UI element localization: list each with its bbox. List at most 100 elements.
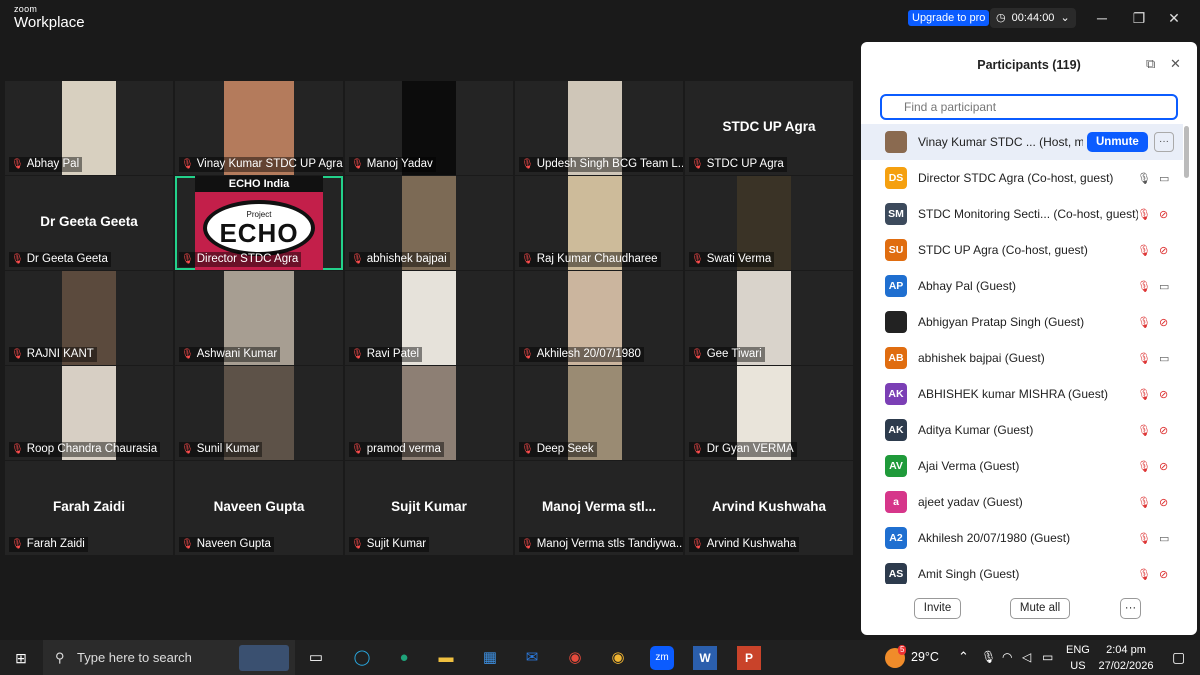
participant-row[interactable]: Vinay Kumar STDC ... (Host, me) Unmute ··· [861,124,1183,160]
video-tile[interactable]: 🎙︎ Abhay Pal [5,81,173,175]
edge-icon[interactable]: ● [392,646,416,670]
video-tile[interactable]: Arvind Kushwaha 🎙︎ Arvind Kushwaha [685,461,853,555]
maximize-button[interactable]: ❐ [1127,8,1151,28]
camera-off-icon[interactable]: ⊘ [1159,316,1168,329]
video-tile[interactable]: 🎙︎ Ashwani Kumar [175,271,343,365]
chrome-profile-icon[interactable]: ◉ [606,646,630,670]
participant-row[interactable]: SM STDC Monitoring Secti... (Co-host, gue… [861,196,1183,232]
participant-row[interactable]: AP Abhay Pal (Guest) 🎙︎ ▭ [861,268,1183,304]
speaker-icon[interactable]: ◁ [1022,650,1031,664]
video-tile[interactable]: ECHO India Project ECHO 🎙︎ Director STDC Agr… [175,176,343,270]
popout-icon[interactable]: ⧉ [1146,56,1155,72]
mic-off-icon[interactable]: 🎙︎ [1137,208,1151,221]
meeting-timer[interactable]: ◷ 00:44:00 ⌄ [990,8,1076,28]
invite-button[interactable]: Invite [914,598,961,619]
word-icon[interactable]: W [693,646,717,670]
participant-row[interactable]: Abhigyan Pratap Singh (Guest) 🎙︎ ⊘ [861,304,1183,340]
participant-name: Ajai Verma (Guest) [918,459,1020,473]
taskbar-search[interactable]: ⚲ Type here to search [43,640,295,675]
camera-icon[interactable]: ▭ [1159,172,1169,185]
file-explorer-icon[interactable]: ▬ [434,646,458,670]
video-tile[interactable]: 🎙︎ Sunil Kumar [175,366,343,460]
participant-row[interactable]: AK Aditya Kumar (Guest) 🎙︎ ⊘ [861,412,1183,448]
participant-row[interactable]: AK ABHISHEK kumar MISHRA (Guest) 🎙︎ ⊘ [861,376,1183,412]
microphone-icon[interactable]: 🎙︎ [981,650,996,664]
video-tile[interactable]: 🎙︎ Raj Kumar Chaudharee [515,176,683,270]
video-tile[interactable]: 🎙︎ Deep Seek [515,366,683,460]
minimize-button[interactable]: ─ [1090,8,1114,28]
notifications-icon[interactable]: ▢ [1172,649,1185,666]
unmute-button[interactable]: Unmute [1087,132,1148,152]
chrome-icon[interactable]: ◉ [563,646,587,670]
temperature[interactable]: 29°C [911,650,939,665]
mic-icon[interactable]: 🎙︎ [1137,172,1151,185]
task-view-icon[interactable]: ▭ [306,646,326,670]
powerpoint-icon[interactable]: P [737,646,761,670]
mic-off-icon[interactable]: 🎙︎ [1137,244,1151,257]
video-tile[interactable]: 🎙︎ RAJNI KANT [5,271,173,365]
wifi-icon[interactable]: ◠ [1002,650,1012,664]
mic-off-icon[interactable]: 🎙︎ [1137,568,1151,581]
video-tile[interactable]: 🎙︎ abhishek bajpai [345,176,513,270]
mic-off-icon[interactable]: 🎙︎ [1137,532,1151,545]
store-icon[interactable]: ▦ [478,646,502,670]
mic-off-icon[interactable]: 🎙︎ [1137,352,1151,365]
close-window-button[interactable]: ✕ [1162,8,1186,28]
participant-row[interactable]: AS Amit Singh (Guest) 🎙︎ ⊘ [861,556,1183,584]
outlook-icon[interactable]: ✉ [520,646,544,670]
video-tile[interactable]: Naveen Gupta 🎙︎ Naveen Gupta [175,461,343,555]
camera-icon[interactable]: ▭ [1159,280,1169,293]
participant-row[interactable]: DS Director STDC Agra (Co-host, guest) 🎙︎ ▭ [861,160,1183,196]
upgrade-button[interactable]: Upgrade to pro [908,10,990,26]
video-tile[interactable]: STDC UP Agra 🎙︎ STDC UP Agra [685,81,853,175]
cortana-icon[interactable]: ◯ [350,646,374,670]
video-tile[interactable]: Dr Geeta Geeta 🎙︎ Dr Geeta Geeta [5,176,173,270]
camera-off-icon[interactable]: ⊘ [1159,388,1168,401]
participant-row[interactable]: A2 Akhilesh 20/07/1980 (Guest) 🎙︎ ▭ [861,520,1183,556]
video-tile[interactable]: Manoj Verma stl... 🎙︎ Manoj Verma stls Tan… [515,461,683,555]
camera-off-icon[interactable]: ⊘ [1159,424,1168,437]
video-tile[interactable]: 🎙︎ Updesh Singh BCG Team L... [515,81,683,175]
participant-row[interactable]: a ajeet yadav (Guest) 🎙︎ ⊘ [861,484,1183,520]
video-tile[interactable]: 🎙︎ Akhilesh 20/07/1980 [515,271,683,365]
participant-list-scrollbar[interactable] [1184,126,1189,178]
mic-off-icon[interactable]: 🎙︎ [1137,424,1151,437]
language-indicator[interactable]: ENG US [1066,644,1090,673]
video-tile[interactable]: 🎙︎ Dr Gyan VERMA [685,366,853,460]
video-tile[interactable]: 🎙︎ Roop Chandra Chaurasia [5,366,173,460]
video-tile[interactable]: 🎙︎ pramod verma [345,366,513,460]
video-tile[interactable]: 🎙︎ Manoj Yadav [345,81,513,175]
camera-icon[interactable]: ▭ [1159,352,1169,365]
video-tile[interactable]: 🎙︎ Vinay Kumar STDC UP Agra [175,81,343,175]
mic-off-icon[interactable]: 🎙︎ [1137,316,1151,329]
video-tile[interactable]: Farah Zaidi 🎙︎ Farah Zaidi [5,461,173,555]
zoom-icon[interactable]: zm [650,646,674,670]
camera-icon[interactable]: ▭ [1159,532,1169,545]
clock[interactable]: 2:04 pm 27/02/2026 [1095,644,1157,673]
participant-row[interactable]: SU STDC UP Agra (Co-host, guest) 🎙︎ ⊘ [861,232,1183,268]
camera-off-icon[interactable]: ⊘ [1159,244,1168,257]
camera-off-icon[interactable]: ⊘ [1159,208,1168,221]
video-tile[interactable]: Sujit Kumar 🎙︎ Sujit Kumar [345,461,513,555]
video-tile[interactable]: 🎙︎ Swati Verma [685,176,853,270]
battery-icon[interactable]: ▭ [1042,650,1053,664]
mute-all-button[interactable]: Mute all [1010,598,1070,619]
camera-off-icon[interactable]: ⊘ [1159,568,1168,581]
close-icon[interactable]: ✕ [1170,56,1181,72]
participant-row[interactable]: AB abhishek bajpai (Guest) 🎙︎ ▭ [861,340,1183,376]
mic-off-icon[interactable]: 🎙︎ [1137,496,1151,509]
more-options-button[interactable]: ··· [1120,598,1141,619]
video-tile[interactable]: 🎙︎ Gee Tiwari [685,271,853,365]
mic-off-icon[interactable]: 🎙︎ [1137,388,1151,401]
participant-row[interactable]: AV Ajai Verma (Guest) 🎙︎ ⊘ [861,448,1183,484]
mic-off-icon[interactable]: 🎙︎ [1137,460,1151,473]
mic-off-icon[interactable]: 🎙︎ [1137,280,1151,293]
participant-more-button[interactable]: ··· [1154,132,1174,152]
camera-off-icon[interactable]: ⊘ [1159,460,1168,473]
windows-start-icon[interactable]: ⊞ [10,646,32,670]
find-participant-input[interactable] [880,94,1178,120]
camera-off-icon[interactable]: ⊘ [1159,496,1168,509]
chevron-up-icon[interactable]: ⌃ [958,649,969,665]
weather-badge: 5 [898,645,907,655]
video-tile[interactable]: 🎙︎ Ravi Patel [345,271,513,365]
